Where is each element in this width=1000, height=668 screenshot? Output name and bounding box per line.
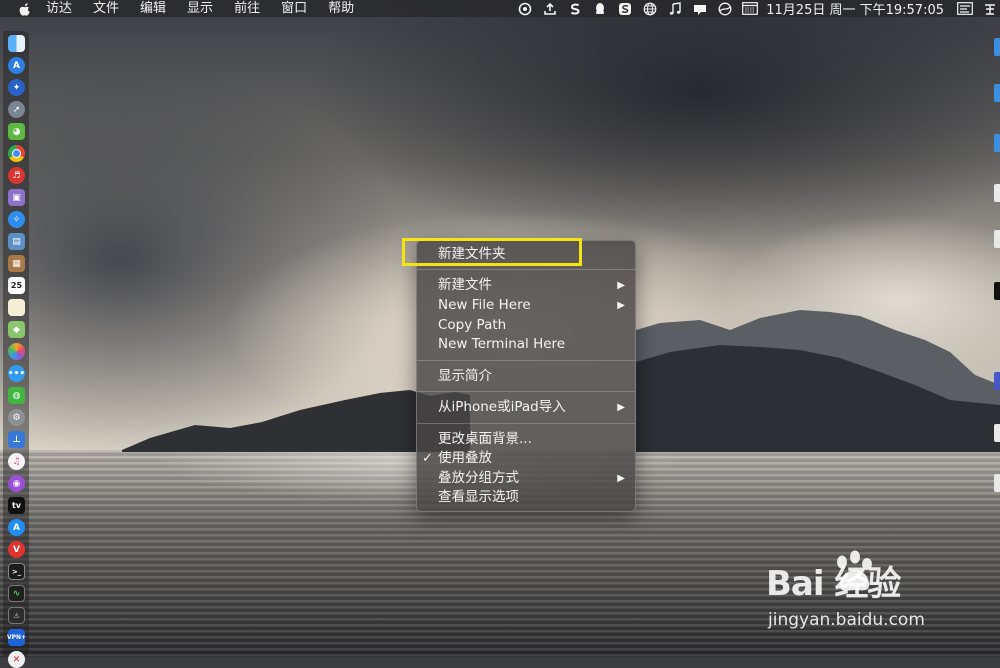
calendar-icon[interactable]	[740, 1, 760, 16]
menu-item-label: 查看显示选项	[438, 489, 519, 505]
menu-item-label: 新建文件	[438, 277, 492, 293]
launchpad-rocket-icon[interactable]: ➚	[8, 101, 25, 118]
menu-item-change-desktop-background[interactable]: 更改桌面背景...	[417, 430, 635, 449]
submenu-arrow-icon: ▶	[617, 300, 625, 311]
menu-bar: 访达 文件 编辑 显示 前往 窗口 帮助 11月25日 周一 下午19:57:0…	[0, 0, 1000, 18]
desktop-file-icon[interactable]	[994, 282, 1000, 300]
input-method-icon[interactable]	[980, 1, 1000, 16]
menu-window[interactable]: 窗口	[281, 0, 307, 17]
safari-icon[interactable]: ✧	[8, 211, 25, 228]
menu-item-use-stacks[interactable]: ✓ 使用叠放	[417, 449, 635, 468]
menu-separator	[417, 360, 635, 361]
menubar-clock[interactable]: 11月25日 周一 下午19:57:05	[766, 0, 944, 18]
submenu-arrow-icon: ▶	[617, 402, 625, 413]
menu-item-new-terminal-here[interactable]: New Terminal Here	[417, 335, 635, 354]
itunes-icon[interactable]: ♫	[8, 453, 25, 470]
calendar-day: 25	[10, 281, 23, 290]
desktop-file-icon[interactable]	[994, 38, 1000, 56]
apple-tv-icon[interactable]: tv	[8, 497, 25, 514]
settings-icon[interactable]: ⚙	[8, 409, 25, 426]
activity-monitor-icon[interactable]: ∿	[8, 585, 25, 602]
console-icon[interactable]: ⚠	[8, 607, 25, 624]
status-area: 11月25日 周一 下午19:57:05	[510, 0, 1000, 18]
android-icon[interactable]: ◕	[8, 123, 25, 140]
maps-icon[interactable]: ◆	[8, 321, 25, 338]
photos-icon[interactable]	[8, 343, 25, 360]
music-app-icon[interactable]: ♬	[8, 167, 25, 184]
menu-item-new-file[interactable]: 新建文件 ▶	[417, 276, 635, 295]
baidu-watermark: Bai 经验 jingyan.baidu.com	[766, 548, 996, 638]
desktop-file-icon[interactable]	[994, 134, 1000, 152]
menu-item-label: 叠放分组方式	[438, 470, 519, 486]
terminal-icon[interactable]: >_	[8, 563, 25, 580]
watermark-brand: Bai 经验	[766, 564, 901, 604]
desktop-file-icon[interactable]	[994, 84, 1000, 102]
sync-icon[interactable]	[515, 1, 535, 16]
menu-file[interactable]: 文件	[93, 0, 119, 17]
highlight-box	[402, 238, 582, 266]
menu-item-label: New Terminal Here	[438, 336, 566, 352]
calendar-icon[interactable]: 25	[8, 277, 25, 294]
menu-view[interactable]: 显示	[187, 0, 213, 17]
menu-item-get-info[interactable]: 显示简介	[417, 367, 635, 386]
menu-item-copy-path[interactable]: Copy Path	[417, 316, 635, 335]
menu-extra-icon[interactable]	[955, 1, 975, 16]
close-red-icon[interactable]: ✕	[8, 651, 25, 668]
vpn-label: VPN+	[6, 634, 27, 641]
disk-icon[interactable]: ▣	[8, 189, 25, 206]
desktop-context-menu: 新建文件夹 新建文件 ▶ New File Here ▶ Copy Path N…	[416, 240, 636, 512]
menu-item-label: Copy Path	[438, 317, 507, 333]
menu-separator	[417, 269, 635, 270]
vpn-icon[interactable]	[715, 1, 735, 16]
checkmark-icon: ✓	[422, 451, 433, 466]
menu-separator	[417, 423, 635, 424]
submenu-arrow-icon: ▶	[617, 473, 625, 484]
app-store-icon[interactable]: A	[8, 57, 25, 74]
menu-help[interactable]: 帮助	[328, 0, 354, 17]
menu-go[interactable]: 前往	[234, 0, 260, 17]
menu-edit[interactable]: 编辑	[140, 0, 166, 17]
menu-finder[interactable]: 访达	[46, 0, 72, 17]
desktop-file-icon[interactable]	[994, 474, 1000, 492]
podcasts-icon[interactable]: ◉	[8, 475, 25, 492]
finder-icon[interactable]	[8, 35, 25, 52]
menu-item-label: 显示简介	[438, 368, 492, 384]
menu-item-show-view-options[interactable]: 查看显示选项	[417, 488, 635, 507]
apple-logo-icon[interactable]	[18, 2, 32, 16]
desktop-file-icon[interactable]	[994, 424, 1000, 442]
vivaldi-icon[interactable]: V	[8, 541, 25, 558]
text-edit-icon[interactable]	[8, 299, 25, 316]
upload-icon[interactable]	[540, 1, 560, 16]
menu-item-import-from-iphone[interactable]: 从iPhone或iPad导入 ▶	[417, 398, 635, 417]
sogou-icon[interactable]	[615, 1, 635, 16]
globe-icon[interactable]	[640, 1, 660, 16]
menu-item-label: 从iPhone或iPad导入	[438, 399, 566, 415]
menu-item-label: New File Here	[438, 297, 531, 313]
menu-item-label: 更改桌面背景...	[438, 431, 532, 447]
music-note-icon[interactable]	[665, 1, 685, 16]
apple-tv-label: tv	[11, 501, 22, 510]
menu-item-label: 使用叠放	[438, 450, 492, 466]
watermark-url: jingyan.baidu.com	[768, 610, 925, 630]
notes-icon[interactable]: ▦	[8, 255, 25, 272]
qq-icon[interactable]	[590, 1, 610, 16]
desktop-file-icon[interactable]	[994, 230, 1000, 248]
menu-separator	[417, 391, 635, 392]
app-store-blue-icon[interactable]: A	[8, 519, 25, 536]
desktop-file-icon[interactable]	[994, 184, 1000, 202]
wechat-icon[interactable]: ◍	[8, 387, 25, 404]
menu-item-group-stacks-by[interactable]: 叠放分组方式 ▶	[417, 469, 635, 488]
notification-icon[interactable]	[690, 1, 710, 16]
chrome-icon[interactable]	[8, 145, 25, 162]
submenu-arrow-icon: ▶	[617, 280, 625, 291]
dock: A ✦ ➚ ◕ ♬ ▣ ✧ ▤ ▦ 25 ◆ ••• ◍ ⚙ ⊥ ♫ ◉ tv …	[3, 31, 29, 668]
desktop-file-icon[interactable]	[994, 372, 1000, 390]
safari-compass-icon[interactable]: ✦	[8, 79, 25, 96]
keynote-icon[interactable]: ⊥	[8, 431, 25, 448]
preview-icon[interactable]: ▤	[8, 233, 25, 250]
vpn-app-icon[interactable]: VPN+	[6, 629, 27, 646]
messages-icon[interactable]: •••	[8, 365, 25, 382]
s-app-icon[interactable]	[565, 1, 585, 16]
menu-item-new-file-here[interactable]: New File Here ▶	[417, 296, 635, 315]
